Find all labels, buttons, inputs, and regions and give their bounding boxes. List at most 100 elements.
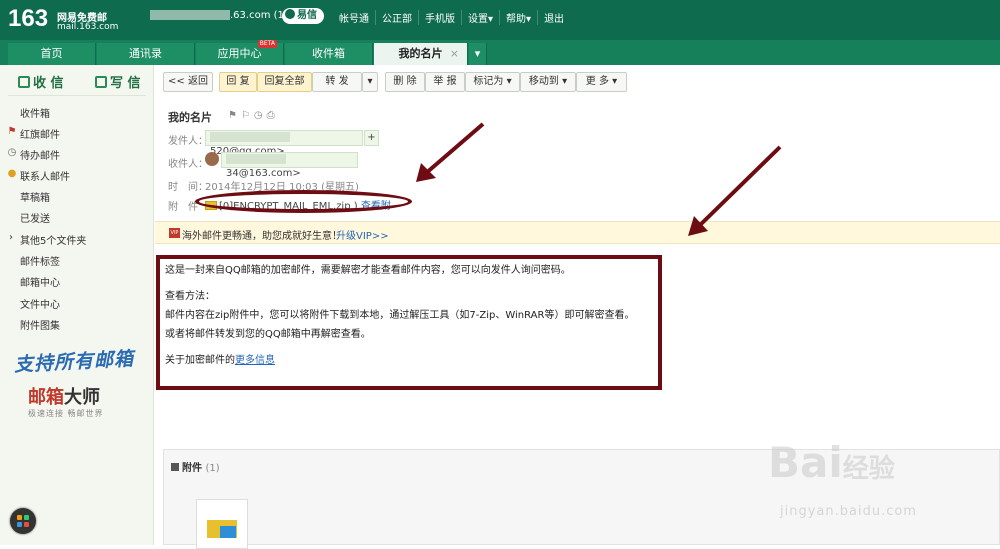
blurred-sender — [210, 132, 290, 142]
person-icon: ● — [7, 168, 17, 179]
tab-more-dropdown[interactable]: ▾ — [469, 43, 487, 65]
mail-action-icons[interactable]: ⚑⚐◷⎙ — [228, 110, 279, 121]
yixin-label: 易信 — [297, 10, 317, 21]
more-button[interactable]: 更 多 ▾ — [576, 72, 627, 92]
close-icon[interactable]: × — [450, 43, 459, 65]
tab-app-center[interactable]: 应用中心 BETA — [196, 40, 284, 65]
sidebar-item-todo[interactable]: ◷ 待办邮件 — [8, 147, 60, 162]
yixin-icon — [285, 9, 295, 19]
mail-subject: 我的名片 — [168, 111, 212, 124]
link-help[interactable]: 帮助▾ — [499, 10, 537, 25]
link-settings[interactable]: 设置▾ — [461, 10, 499, 25]
compose-button[interactable]: 写 信 — [95, 72, 141, 91]
top-links: 帐号通 公正部 手机版 设置▾ 帮助▾ 退出 — [333, 10, 570, 25]
attachment-thumbnail[interactable] — [196, 499, 248, 549]
upgrade-vip-link[interactable]: 升级VIP>> — [336, 227, 389, 242]
forward-dropdown[interactable]: ▾ — [362, 72, 378, 92]
watermark-url: jingyan.baidu.com — [780, 504, 917, 519]
body-line-5: 关于加密邮件的更多信息 — [165, 351, 275, 366]
body-line-3: 邮件内容在zip附件中，您可以将附件下载到本地，通过解压工具（如7-Zip、Wi… — [165, 310, 635, 321]
sender-label: 发件人： — [168, 136, 208, 147]
promo-title-red: 邮箱 — [28, 387, 64, 408]
mark-as-button[interactable]: 标记为 ▾ — [465, 72, 520, 92]
zip-overlay-icon — [220, 526, 236, 538]
receive-label: 收 信 — [33, 76, 64, 91]
report-button[interactable]: 举 报 — [425, 72, 465, 92]
body-line-2: 查看方法： — [165, 291, 215, 302]
arrow-line-1 — [423, 122, 485, 176]
delete-button[interactable]: 删 除 — [385, 72, 425, 92]
tab-contacts[interactable]: 通讯录 — [97, 43, 195, 65]
highlight-ellipse — [195, 190, 412, 213]
avatar — [205, 152, 219, 166]
reply-button[interactable]: 回 复 — [219, 72, 257, 92]
divider — [8, 95, 146, 96]
recipient-label: 收件人： — [168, 159, 208, 170]
tab-inbox[interactable]: 收件箱 — [285, 43, 373, 65]
mail-body: 这是一封来自QQ邮箱的加密邮件，需要解密才能查看邮件内容，您可以向发件人询问密码… — [156, 255, 662, 390]
app-launcher-icon[interactable] — [10, 508, 36, 534]
watermark-main: Bai — [768, 438, 843, 487]
sidebar-item-mail-center[interactable]: 邮箱中心 — [20, 274, 60, 289]
vip-text: 海外邮件更畅通，助您成就好生意！ — [182, 231, 342, 242]
link-logout[interactable]: 退出 — [537, 10, 570, 25]
attachments-heading: 附件 (1) — [171, 459, 220, 474]
tab-home[interactable]: 首页 — [8, 43, 96, 65]
sidebar-item-attachment-gallery[interactable]: 附件图集 — [20, 317, 60, 332]
paperclip-icon — [171, 463, 179, 471]
tab-my-card[interactable]: 我的名片 × — [374, 43, 468, 65]
link-notice[interactable]: 公正部 — [375, 10, 418, 25]
chevron-right-icon: › — [9, 232, 13, 243]
nav-tabs: 首页 通讯录 应用中心 BETA 收件箱 我的名片 × ▾ — [0, 40, 1000, 65]
link-account[interactable]: 帐号通 — [333, 10, 375, 25]
sidebar-item-flagged[interactable]: ⚑ 红旗邮件 — [8, 126, 60, 141]
top-bar: 163 网易免费邮 mail.163.com .63.com (1) ∨ 易信 … — [0, 0, 1000, 40]
arrow-line-2 — [695, 145, 782, 230]
recipient-chip[interactable]: 34@163.com> — [221, 152, 358, 179]
sender-chip[interactable]: 520@qq.com> — [205, 130, 363, 157]
watermark: Bai经验 — [768, 438, 895, 487]
compose-icon — [95, 76, 107, 88]
promo-title-dark: 大师 — [64, 387, 100, 408]
beta-badge: BETA — [257, 40, 277, 48]
flag-icon: ⚑ — [7, 126, 17, 137]
more-info-link[interactable]: 更多信息 — [235, 355, 275, 366]
reply-all-button[interactable]: 回复全部 — [257, 72, 312, 92]
back-button[interactable]: << 返回 — [163, 72, 213, 92]
receive-icon — [18, 76, 30, 88]
sidebar-item-other-folders-label: 其他5个文件夹 — [20, 236, 87, 247]
attachments-count: (1) — [205, 463, 220, 474]
forward-button[interactable]: 转 发 — [312, 72, 362, 92]
promo-slogan[interactable]: 支持所有邮箱 — [13, 344, 135, 377]
attachments-heading-label: 附件 — [182, 463, 202, 474]
yixin-button[interactable]: 易信 — [282, 8, 324, 24]
vip-banner: VIP 海外邮件更畅通，助您成就好生意！ 升级VIP>> — [155, 221, 1000, 244]
promo-title[interactable]: 邮箱大师 — [28, 383, 100, 409]
vip-badge: VIP — [169, 228, 180, 238]
sidebar-item-drafts[interactable]: 草稿箱 — [20, 189, 50, 204]
time-label: 时 间： — [168, 182, 208, 193]
sidebar-item-tags[interactable]: 邮件标签 — [20, 253, 60, 268]
sidebar-item-sent[interactable]: 已发送 — [20, 210, 50, 225]
compose-label: 写 信 — [110, 76, 141, 91]
link-mobile[interactable]: 手机版 — [418, 10, 461, 25]
account-menu[interactable]: .63.com (1) ∨ — [150, 10, 298, 21]
receive-button[interactable]: 收 信 — [18, 72, 64, 91]
sidebar-item-inbox[interactable]: 收件箱 — [20, 105, 50, 120]
add-contact-button[interactable]: + — [364, 130, 379, 146]
sidebar-item-contact-mail-label: 联系人邮件 — [20, 172, 70, 183]
body-line-1: 这是一封来自QQ邮箱的加密邮件，需要解密才能查看邮件内容，您可以向发件人询问密码… — [165, 265, 571, 276]
move-to-button[interactable]: 移动到 ▾ — [520, 72, 576, 92]
tab-app-center-label: 应用中心 — [217, 47, 262, 60]
sidebar-item-contact-mail[interactable]: ● 联系人邮件 — [8, 168, 70, 183]
sidebar-item-other-folders[interactable]: › 其他5个文件夹 — [9, 232, 87, 247]
logo[interactable]: 163 — [8, 5, 48, 33]
sidebar-item-flagged-label: 红旗邮件 — [20, 130, 60, 141]
blurred-recipient — [226, 154, 286, 164]
sidebar: 收 信 写 信 收件箱 ⚑ 红旗邮件 ◷ 待办邮件 ● 联系人邮件 草稿箱 已发送 ›… — [0, 65, 154, 545]
tab-my-card-label: 我的名片 — [398, 47, 443, 60]
sidebar-item-todo-label: 待办邮件 — [20, 151, 60, 162]
sidebar-item-file-center[interactable]: 文件中心 — [20, 296, 60, 311]
body-line-5-prefix: 关于加密邮件的 — [165, 355, 235, 366]
logo-domain: mail.163.com — [57, 22, 119, 32]
